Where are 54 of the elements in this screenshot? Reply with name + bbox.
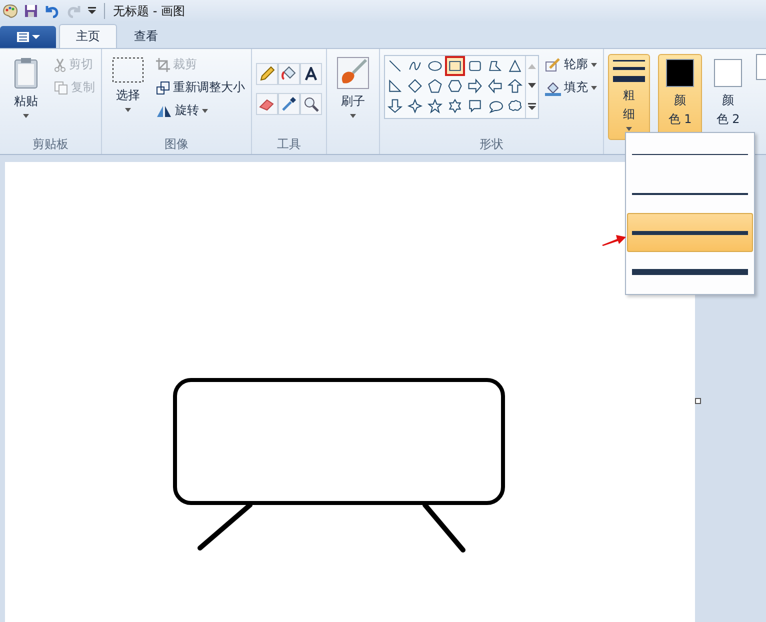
brushes-button[interactable]: 刷子: [331, 53, 375, 136]
color-button[interactable]: 颜色 2: [706, 54, 750, 140]
resize-handle[interactable]: [695, 398, 701, 404]
select-button[interactable]: 选择: [106, 53, 150, 136]
group-label: 剪贴板: [32, 136, 70, 153]
caret-icon: [350, 114, 356, 118]
caret-icon: [202, 108, 208, 112]
resize-icon: [156, 80, 170, 94]
fill-button[interactable]: 填充: [543, 78, 599, 97]
ribbon-tab[interactable]: 查看: [117, 24, 175, 48]
clipboard-icon: [13, 57, 39, 89]
pencil-outline-icon: [545, 56, 561, 72]
caret-icon: [23, 114, 29, 118]
resize-button[interactable]: 重新调整大小: [154, 78, 247, 97]
star5-shape-icon[interactable]: [425, 96, 445, 116]
size-button[interactable]: 粗细: [608, 54, 650, 140]
line-widths-icon: [613, 60, 645, 83]
group-label: 形状: [478, 136, 504, 153]
caret-icon: [125, 108, 131, 112]
scissors-icon: [54, 58, 66, 72]
fill-bucket-button[interactable]: [278, 63, 300, 85]
outline-button[interactable]: 轮廓: [543, 55, 599, 74]
group-label: 工具: [276, 136, 302, 153]
star4-shape-icon[interactable]: [405, 96, 425, 116]
rotate-button[interactable]: 旋转: [154, 101, 247, 120]
ribbon-tab[interactable]: 主页: [59, 24, 117, 48]
paintbrush-icon: [337, 57, 369, 89]
eraser-button[interactable]: [256, 93, 278, 115]
window-title: 无标题 - 画图: [113, 2, 185, 20]
fill-bucket-icon: [545, 80, 561, 96]
caret-icon: [591, 62, 597, 66]
magnifier-button[interactable]: [300, 93, 322, 115]
caret-icon: [591, 86, 597, 90]
color-picker-button[interactable]: [278, 93, 300, 115]
paint-palette-icon[interactable]: [2, 3, 18, 19]
menu-icon: [15, 31, 41, 43]
dropdown-caret-icon[interactable]: [88, 7, 96, 15]
group-label: 图像: [164, 136, 190, 153]
text-tool-button[interactable]: [300, 63, 322, 85]
line-width-option[interactable]: [627, 213, 753, 252]
dashed-rectangle-icon: [112, 57, 144, 83]
rotate-icon: [156, 104, 172, 118]
app-menu-button[interactable]: [0, 26, 56, 48]
undo-icon[interactable]: [44, 4, 60, 18]
pointer-arrow-icon: [601, 233, 627, 247]
crop-icon: [156, 58, 170, 72]
paste-button[interactable]: 粘贴: [4, 53, 48, 136]
scroll-down-icon[interactable]: [528, 83, 536, 89]
expand-gallery-icon[interactable]: [528, 103, 536, 111]
save-icon[interactable]: [24, 4, 38, 18]
copy-icon: [54, 80, 68, 94]
pencil-tool-button[interactable]: [256, 63, 278, 85]
rect-shape-icon[interactable]: [445, 56, 465, 76]
letter-a-icon: [305, 67, 317, 81]
